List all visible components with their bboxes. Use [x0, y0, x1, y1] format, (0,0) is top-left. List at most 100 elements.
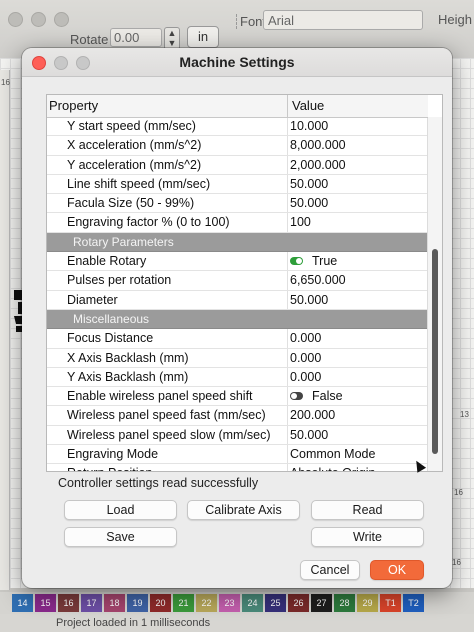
- setting-row[interactable]: Y acceleration (mm/s^2) 2,000.000: [47, 155, 428, 175]
- palette-swatch[interactable]: 15: [35, 594, 56, 612]
- palette-swatch[interactable]: 22: [196, 594, 217, 612]
- palette-swatch[interactable]: 26: [288, 594, 309, 612]
- setting-value[interactable]: False: [290, 389, 343, 403]
- setting-value-text: 2,000.000: [290, 157, 346, 172]
- setting-value-text: Absolute Origin: [290, 466, 375, 471]
- setting-row[interactable]: Diameter 50.000: [47, 290, 428, 310]
- setting-value[interactable]: 0.000: [290, 351, 321, 365]
- setting-value[interactable]: Common Mode: [290, 447, 375, 461]
- setting-row[interactable]: Engraving Mode Common Mode: [47, 445, 428, 465]
- status-message: Project loaded in 1 milliseconds: [56, 617, 211, 629]
- setting-row[interactable]: Return Position Absolute Origin: [47, 464, 428, 471]
- setting-row[interactable]: Pulses per rotation 6,650.000: [47, 271, 428, 291]
- palette-swatch[interactable]: T1: [380, 594, 401, 612]
- setting-value[interactable]: 50.000: [290, 196, 328, 210]
- window-controls: [8, 12, 69, 27]
- setting-row[interactable]: Enable Rotary True: [47, 252, 428, 272]
- toggle-off-icon[interactable]: [290, 391, 303, 400]
- section-header-row[interactable]: Rotary Parameters: [47, 232, 428, 253]
- column-header-property[interactable]: Property: [49, 98, 98, 113]
- palette-swatch[interactable]: 19: [127, 594, 148, 612]
- write-button[interactable]: Write: [311, 527, 424, 547]
- setting-value[interactable]: 0.000: [290, 370, 321, 384]
- settings-table[interactable]: Property Value Y start speed (mm/sec) 10.…: [46, 94, 443, 472]
- setting-row[interactable]: X acceleration (mm/s^2) 8,000.000: [47, 136, 428, 156]
- palette-swatch[interactable]: 28: [334, 594, 355, 612]
- palette-swatch[interactable]: 23: [219, 594, 240, 612]
- setting-property: Line shift speed (mm/sec): [67, 176, 211, 191]
- setting-row[interactable]: Facula Size (50 - 99%) 50.000: [47, 194, 428, 214]
- setting-value-text: 10.000: [290, 119, 329, 133]
- window-close-dot[interactable]: [8, 12, 23, 27]
- window-min-dot[interactable]: [31, 12, 46, 27]
- palette-swatch[interactable]: 29: [357, 594, 378, 612]
- palette-swatch[interactable]: 27: [311, 594, 332, 612]
- layer-color-palette: 14 15 16 17 18 19 20 21 22 23 24 25 26 27 28 29 T1 T2: [0, 592, 474, 614]
- rotate-input[interactable]: 0.00: [110, 28, 162, 47]
- palette-swatch[interactable]: 14: [12, 594, 33, 612]
- setting-value[interactable]: 0.000: [290, 331, 321, 345]
- toggle-on-icon[interactable]: [290, 256, 303, 265]
- palette-swatch[interactable]: 18: [104, 594, 125, 612]
- setting-value[interactable]: 8,000.000: [290, 138, 346, 152]
- setting-value[interactable]: Absolute Origin: [290, 466, 375, 471]
- setting-value[interactable]: 200.000: [290, 408, 335, 422]
- palette-swatch[interactable]: 21: [173, 594, 194, 612]
- column-divider: [287, 252, 288, 271]
- height-label: Heigh: [438, 12, 472, 27]
- unit-button[interactable]: in: [187, 26, 219, 48]
- ok-button[interactable]: OK: [370, 560, 424, 580]
- column-divider[interactable]: [287, 95, 288, 117]
- setting-value[interactable]: 6,650.000: [290, 273, 346, 287]
- app-status-bar: Project loaded in 1 milliseconds: [0, 614, 474, 632]
- column-header-value[interactable]: Value: [292, 98, 324, 113]
- setting-value[interactable]: 2,000.000: [290, 158, 346, 172]
- window-max-dot[interactable]: [54, 12, 69, 27]
- setting-row[interactable]: Wireless panel speed slow (mm/sec) 50.000: [47, 425, 428, 446]
- setting-property: Engraving Mode: [67, 447, 159, 462]
- machine-settings-dialog: Machine Settings Property Value Y start …: [22, 48, 452, 588]
- setting-value[interactable]: 100: [290, 215, 311, 229]
- rotate-stepper[interactable]: ▲ ▼: [164, 27, 180, 50]
- cancel-button[interactable]: Cancel: [300, 560, 360, 580]
- palette-swatch[interactable]: 25: [265, 594, 286, 612]
- setting-row[interactable]: Wireless panel speed fast (mm/sec) 200.00…: [47, 406, 428, 426]
- scrollbar-thumb[interactable]: [432, 249, 438, 454]
- setting-value[interactable]: 10.000: [290, 119, 328, 133]
- setting-row[interactable]: Enable wireless panel speed shift False: [47, 387, 428, 407]
- setting-property: Return Position: [67, 466, 152, 471]
- column-divider: [287, 155, 288, 174]
- table-scrollbar[interactable]: [427, 117, 442, 471]
- load-button[interactable]: Load: [64, 500, 177, 520]
- setting-value[interactable]: 50.000: [290, 177, 328, 191]
- setting-row[interactable]: Line shift speed (mm/sec) 50.000: [47, 174, 428, 195]
- setting-row[interactable]: Engraving factor % (0 to 100) 100: [47, 213, 428, 233]
- setting-value[interactable]: 50.000: [290, 428, 328, 442]
- setting-value-text: True: [312, 254, 338, 269]
- palette-swatch[interactable]: 20: [150, 594, 171, 612]
- setting-property: Diameter: [67, 292, 118, 307]
- font-select[interactable]: Arial: [263, 10, 423, 30]
- setting-row[interactable]: Focus Distance 0.000: [47, 329, 428, 349]
- palette-swatch[interactable]: 16: [58, 594, 79, 612]
- setting-property: Y acceleration (mm/s^2): [67, 157, 202, 172]
- calibrate-axis-button[interactable]: Calibrate Axis: [187, 500, 300, 520]
- palette-swatch[interactable]: 24: [242, 594, 263, 612]
- setting-value[interactable]: 50.000: [290, 293, 328, 307]
- setting-row[interactable]: Y start speed (mm/sec) 10.000: [47, 117, 428, 137]
- read-button[interactable]: Read: [311, 500, 424, 520]
- setting-row[interactable]: X Axis Backlash (mm) 0.000: [47, 348, 428, 368]
- setting-property: Engraving factor % (0 to 100): [67, 215, 230, 230]
- save-button[interactable]: Save: [64, 527, 177, 547]
- setting-property: Focus Distance: [67, 331, 154, 346]
- setting-property: X acceleration (mm/s^2): [67, 138, 202, 153]
- section-header-row[interactable]: Miscellaneous: [47, 309, 428, 330]
- column-divider: [287, 464, 288, 471]
- setting-value[interactable]: True: [290, 254, 337, 268]
- column-divider: [287, 213, 288, 232]
- setting-row[interactable]: Y Axis Backlash (mm) 0.000: [47, 367, 428, 388]
- palette-swatch[interactable]: T2: [403, 594, 424, 612]
- palette-swatch[interactable]: 17: [81, 594, 102, 612]
- right-ruler-mark: 16: [454, 488, 463, 497]
- section-label: Rotary Parameters: [73, 234, 174, 249]
